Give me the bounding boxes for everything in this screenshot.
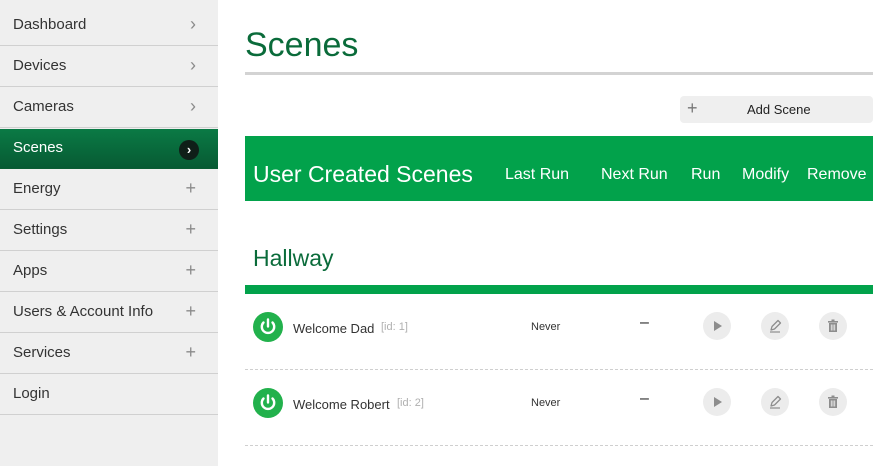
table-title: User Created Scenes (253, 161, 473, 187)
scene-name: Welcome Dad (293, 321, 375, 336)
sidebar-item-label: Settings (13, 221, 68, 238)
plus-icon: + (687, 98, 698, 118)
group-title: Hallway (253, 245, 334, 271)
sidebar-item-label: Services (13, 344, 71, 361)
column-header-last-run: Last Run (505, 166, 570, 183)
sidebar-item-cameras[interactable]: Cameras › (0, 88, 218, 128)
sidebar-item-services[interactable]: Services + (0, 334, 218, 374)
sidebar-item-label: Energy (13, 180, 61, 197)
power-icon[interactable] (253, 388, 283, 418)
edit-icon[interactable] (761, 388, 789, 416)
column-header-remove: Remove (807, 166, 867, 183)
last-run-value: Never (531, 321, 561, 333)
power-icon[interactable] (253, 312, 283, 342)
plus-icon: + (185, 260, 196, 280)
sidebar-item-label: Cameras (13, 98, 74, 115)
plus-icon: + (185, 178, 196, 198)
table-row: Welcome Dad [id: 1] Never – (245, 294, 873, 370)
sidebar-item-settings[interactable]: Settings + (0, 211, 218, 251)
scene-id: [id: 2] (397, 397, 424, 409)
plus-icon: + (185, 301, 196, 321)
edit-icon[interactable] (761, 312, 789, 340)
sidebar-item-apps[interactable]: Apps + (0, 252, 218, 292)
scenes-table-header: User Created Scenes Last Run Next Run Ru… (245, 136, 873, 201)
sidebar-item-label: Login (13, 385, 50, 402)
scene-name: Welcome Robert (293, 397, 390, 412)
trash-icon[interactable] (819, 388, 847, 416)
title-divider (245, 72, 873, 75)
sidebar-item-label: Users & Account Info (13, 303, 154, 320)
chevron-right-icon: › (190, 55, 196, 75)
chevron-right-icon: › (190, 96, 196, 116)
last-run-value: Never (531, 397, 561, 409)
play-icon[interactable] (703, 312, 731, 340)
chevron-right-circle-icon: › (179, 140, 199, 160)
group-divider (245, 285, 873, 294)
play-icon[interactable] (703, 388, 731, 416)
column-header-modify: Modify (742, 166, 790, 183)
add-scene-button[interactable]: + Add Scene (680, 96, 873, 123)
next-run-value: – (640, 390, 649, 407)
plus-icon: + (185, 342, 196, 362)
sidebar-item-label: Dashboard (13, 16, 87, 33)
sidebar-item-label: Scenes (13, 139, 64, 156)
sidebar-item-login[interactable]: Login (0, 375, 218, 415)
chevron-right-icon: › (190, 14, 196, 34)
column-header-run: Run (691, 166, 721, 183)
plus-icon: + (185, 219, 196, 239)
sidebar-item-label: Devices (13, 57, 67, 74)
add-scene-label: Add Scene (747, 102, 811, 117)
trash-icon[interactable] (819, 312, 847, 340)
sidebar-item-energy[interactable]: Energy + (0, 170, 218, 210)
sidebar-item-label: Apps (13, 262, 48, 279)
page-title: Scenes (245, 26, 359, 64)
sidebar-item-users-account-info[interactable]: Users & Account Info + (0, 293, 218, 333)
sidebar-item-dashboard[interactable]: Dashboard › (0, 6, 218, 46)
table-row: Welcome Robert [id: 2] Never – (245, 370, 873, 446)
scene-id: [id: 1] (381, 321, 408, 333)
column-header-next-run: Next Run (601, 166, 668, 183)
next-run-value: – (640, 314, 649, 331)
sidebar-nav: Dashboard › Devices › Cameras › Scenes ›… (0, 0, 218, 466)
sidebar-item-devices[interactable]: Devices › (0, 47, 218, 87)
sidebar-item-scenes[interactable]: Scenes › (0, 129, 218, 169)
